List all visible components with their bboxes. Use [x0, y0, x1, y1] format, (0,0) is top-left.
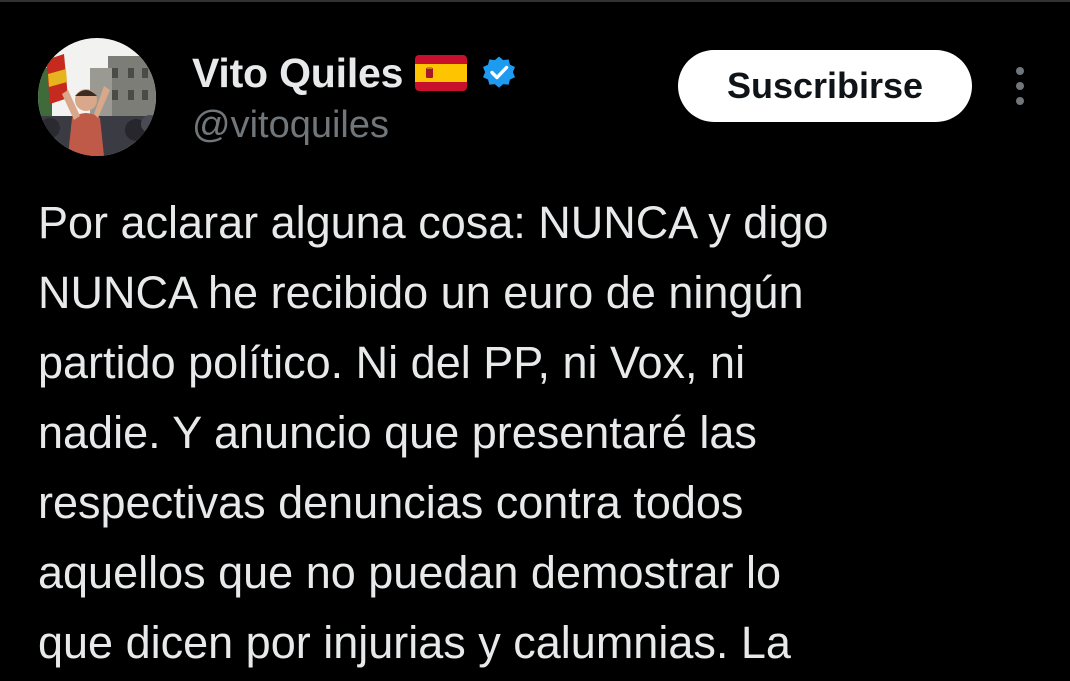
- post-text-line: que dicen por injurias y calumnias. La: [38, 617, 791, 668]
- more-options-icon[interactable]: [1004, 64, 1036, 110]
- author-handle[interactable]: @vitoquiles: [192, 104, 389, 147]
- post-text-line: respectivas denuncias contra todos: [38, 477, 744, 528]
- spain-flag-icon: [415, 55, 468, 91]
- subscribe-button[interactable]: Suscribirse: [678, 50, 972, 122]
- display-name[interactable]: Vito Quiles: [192, 50, 403, 97]
- post-text-line: partido político. Ni del PP, ni Vox, ni: [38, 337, 746, 388]
- verified-badge-icon[interactable]: [481, 55, 517, 91]
- post-text: Por aclarar alguna cosa: NUNCA y digo NU…: [38, 188, 1048, 678]
- author-name-row[interactable]: Vito Quiles: [192, 48, 517, 98]
- post-text-line: NUNCA he recibido un euro de ningún: [38, 267, 804, 318]
- post-text-line: nadie. Y anuncio que presentaré las: [38, 407, 757, 458]
- avatar-photo: [38, 38, 156, 156]
- avatar[interactable]: [38, 38, 156, 156]
- post-text-line: aquellos que no puedan demostrar lo: [38, 547, 782, 598]
- top-divider: [0, 0, 1070, 2]
- post-text-line: Por aclarar alguna cosa: NUNCA y digo: [38, 197, 829, 248]
